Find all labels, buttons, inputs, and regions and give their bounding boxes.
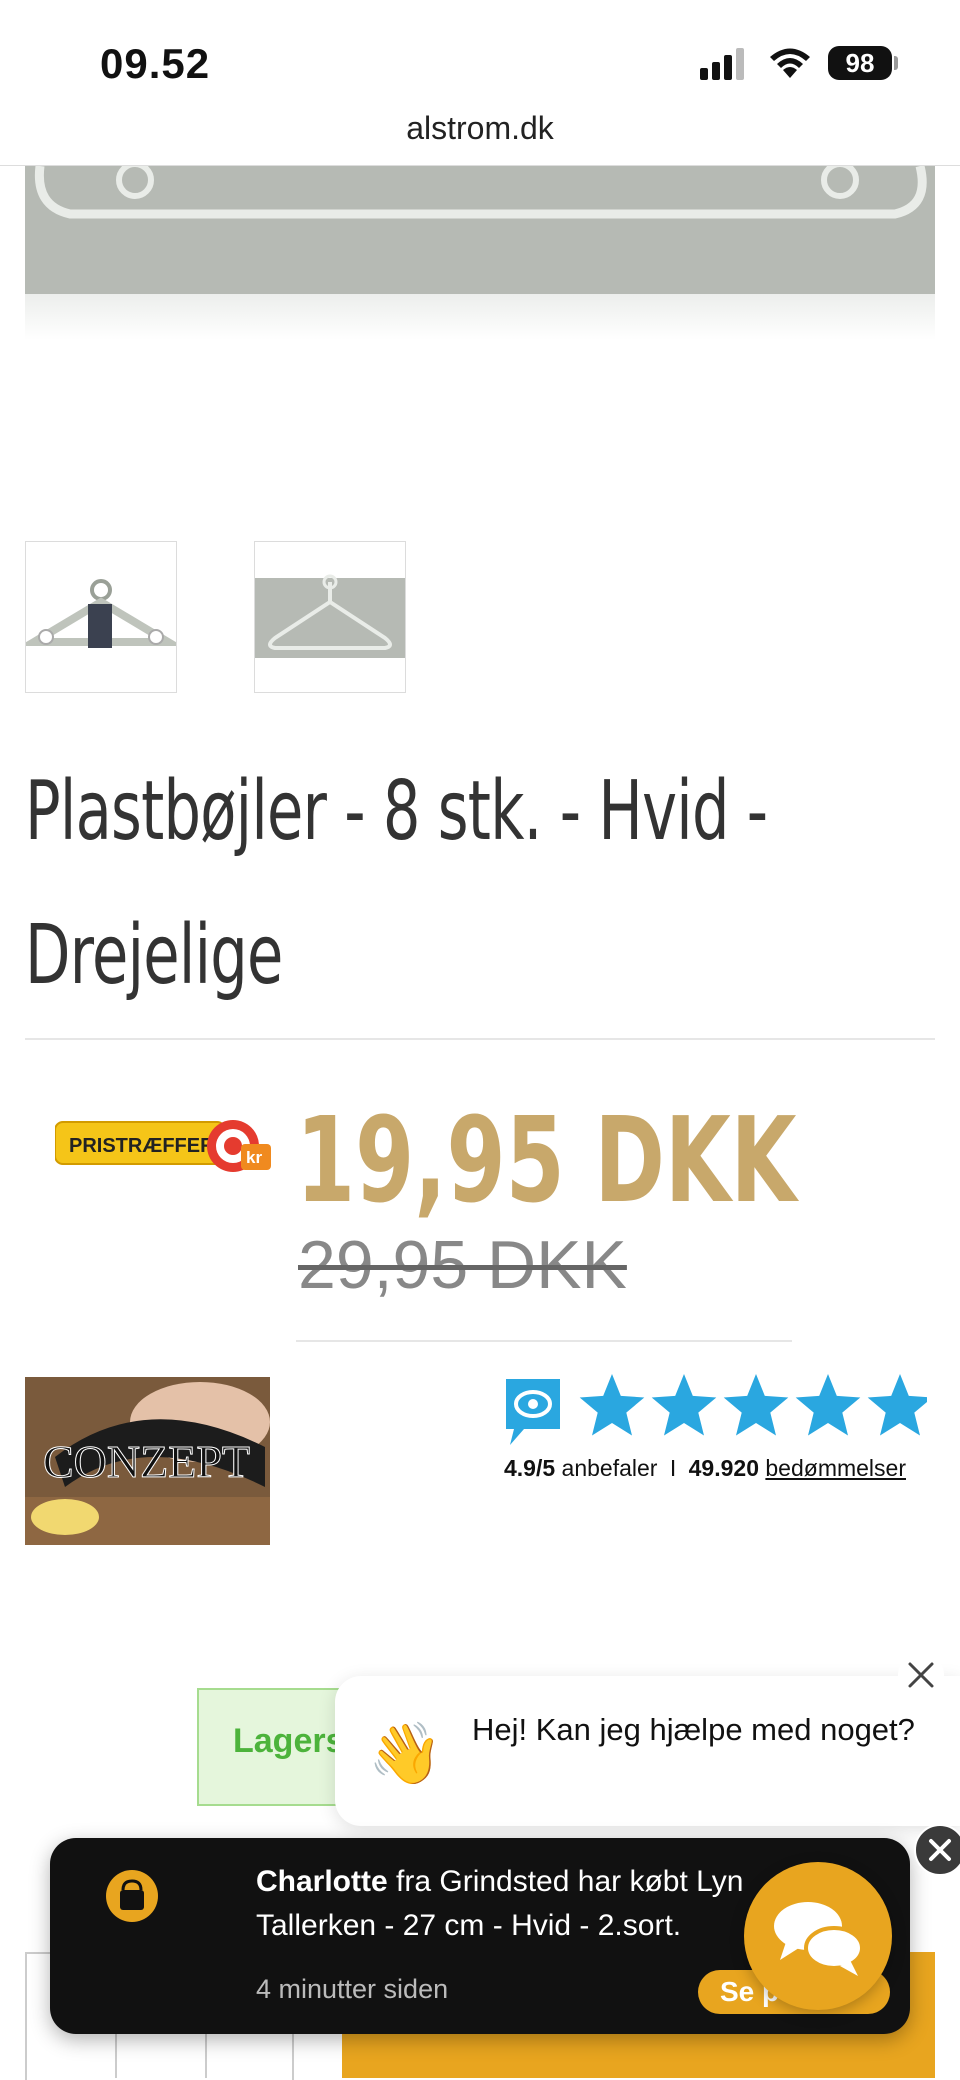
stock-status-label: Lagers (233, 1722, 345, 1760)
close-icon (908, 1662, 934, 1688)
product-thumbnail-1[interactable] (25, 541, 177, 693)
star-icon (651, 1374, 717, 1436)
address-bar-url[interactable]: alstrom.dk (0, 110, 960, 147)
svg-text:CONZEPT: CONZEPT (43, 1436, 250, 1487)
rating-separator: I (669, 1455, 677, 1481)
rating-summary: 4.9/5 anbefaler I 49.920 bedømmelser (504, 1455, 906, 1482)
product-main-image[interactable] (25, 166, 935, 294)
rating-stars (577, 1372, 933, 1447)
waving-hand-icon: 👋 (368, 1720, 443, 1787)
toast-time-ago: 4 minutter siden (256, 1974, 449, 2004)
svg-text:PRISTRÆFFER: PRISTRÆFFER (69, 1135, 215, 1157)
signal-icon (700, 48, 750, 85)
star-icon (723, 1374, 789, 1436)
rating-count: 49.920 (688, 1455, 759, 1481)
chat-greeting-text: Hej! Kan jeg hjælpe med noget? (472, 1712, 915, 1747)
toast-buyer-name: Charlotte (256, 1865, 388, 1898)
hero-image-fade (25, 294, 935, 340)
brand-logo[interactable]: CONZEPT (25, 1377, 270, 1545)
price-divider (296, 1340, 792, 1342)
battery-indicator: 98 (828, 46, 892, 80)
close-icon (929, 1839, 951, 1861)
star-icon (579, 1374, 645, 1436)
rating-score: 4.9/5 (504, 1455, 556, 1481)
toast-message: Charlotte fra Grindsted har købt Lyn Tal… (256, 1860, 776, 1948)
toast-close-button[interactable] (914, 1824, 960, 1876)
rating-recommends: anbefaler (561, 1455, 658, 1481)
star-icon (795, 1374, 861, 1436)
chat-close-button[interactable] (898, 1652, 944, 1698)
pristraeffer-badge: PRISTRÆFFER kr (54, 1108, 275, 1172)
shopping-bag-icon (106, 1870, 158, 1922)
status-time: 09.52 (100, 40, 211, 87)
emaerket-badge-icon[interactable] (502, 1375, 564, 1447)
chat-launcher-button[interactable] (744, 1862, 892, 2010)
product-title: Plastbøjler - 8 stk. - Hvid - Drejelige (25, 764, 768, 1003)
wifi-icon (768, 46, 812, 85)
product-thumbnail-2[interactable] (254, 541, 406, 693)
battery-tip (894, 56, 898, 70)
reviews-link[interactable]: bedømmelser (765, 1455, 906, 1481)
current-price: 19,95 DKK (296, 1091, 797, 1229)
chat-bubbles-icon (774, 1902, 864, 1976)
star-icon (867, 1374, 933, 1436)
title-divider (25, 1038, 935, 1040)
old-price: 29,95 DKK (298, 1227, 627, 1303)
svg-text:kr: kr (246, 1148, 262, 1167)
